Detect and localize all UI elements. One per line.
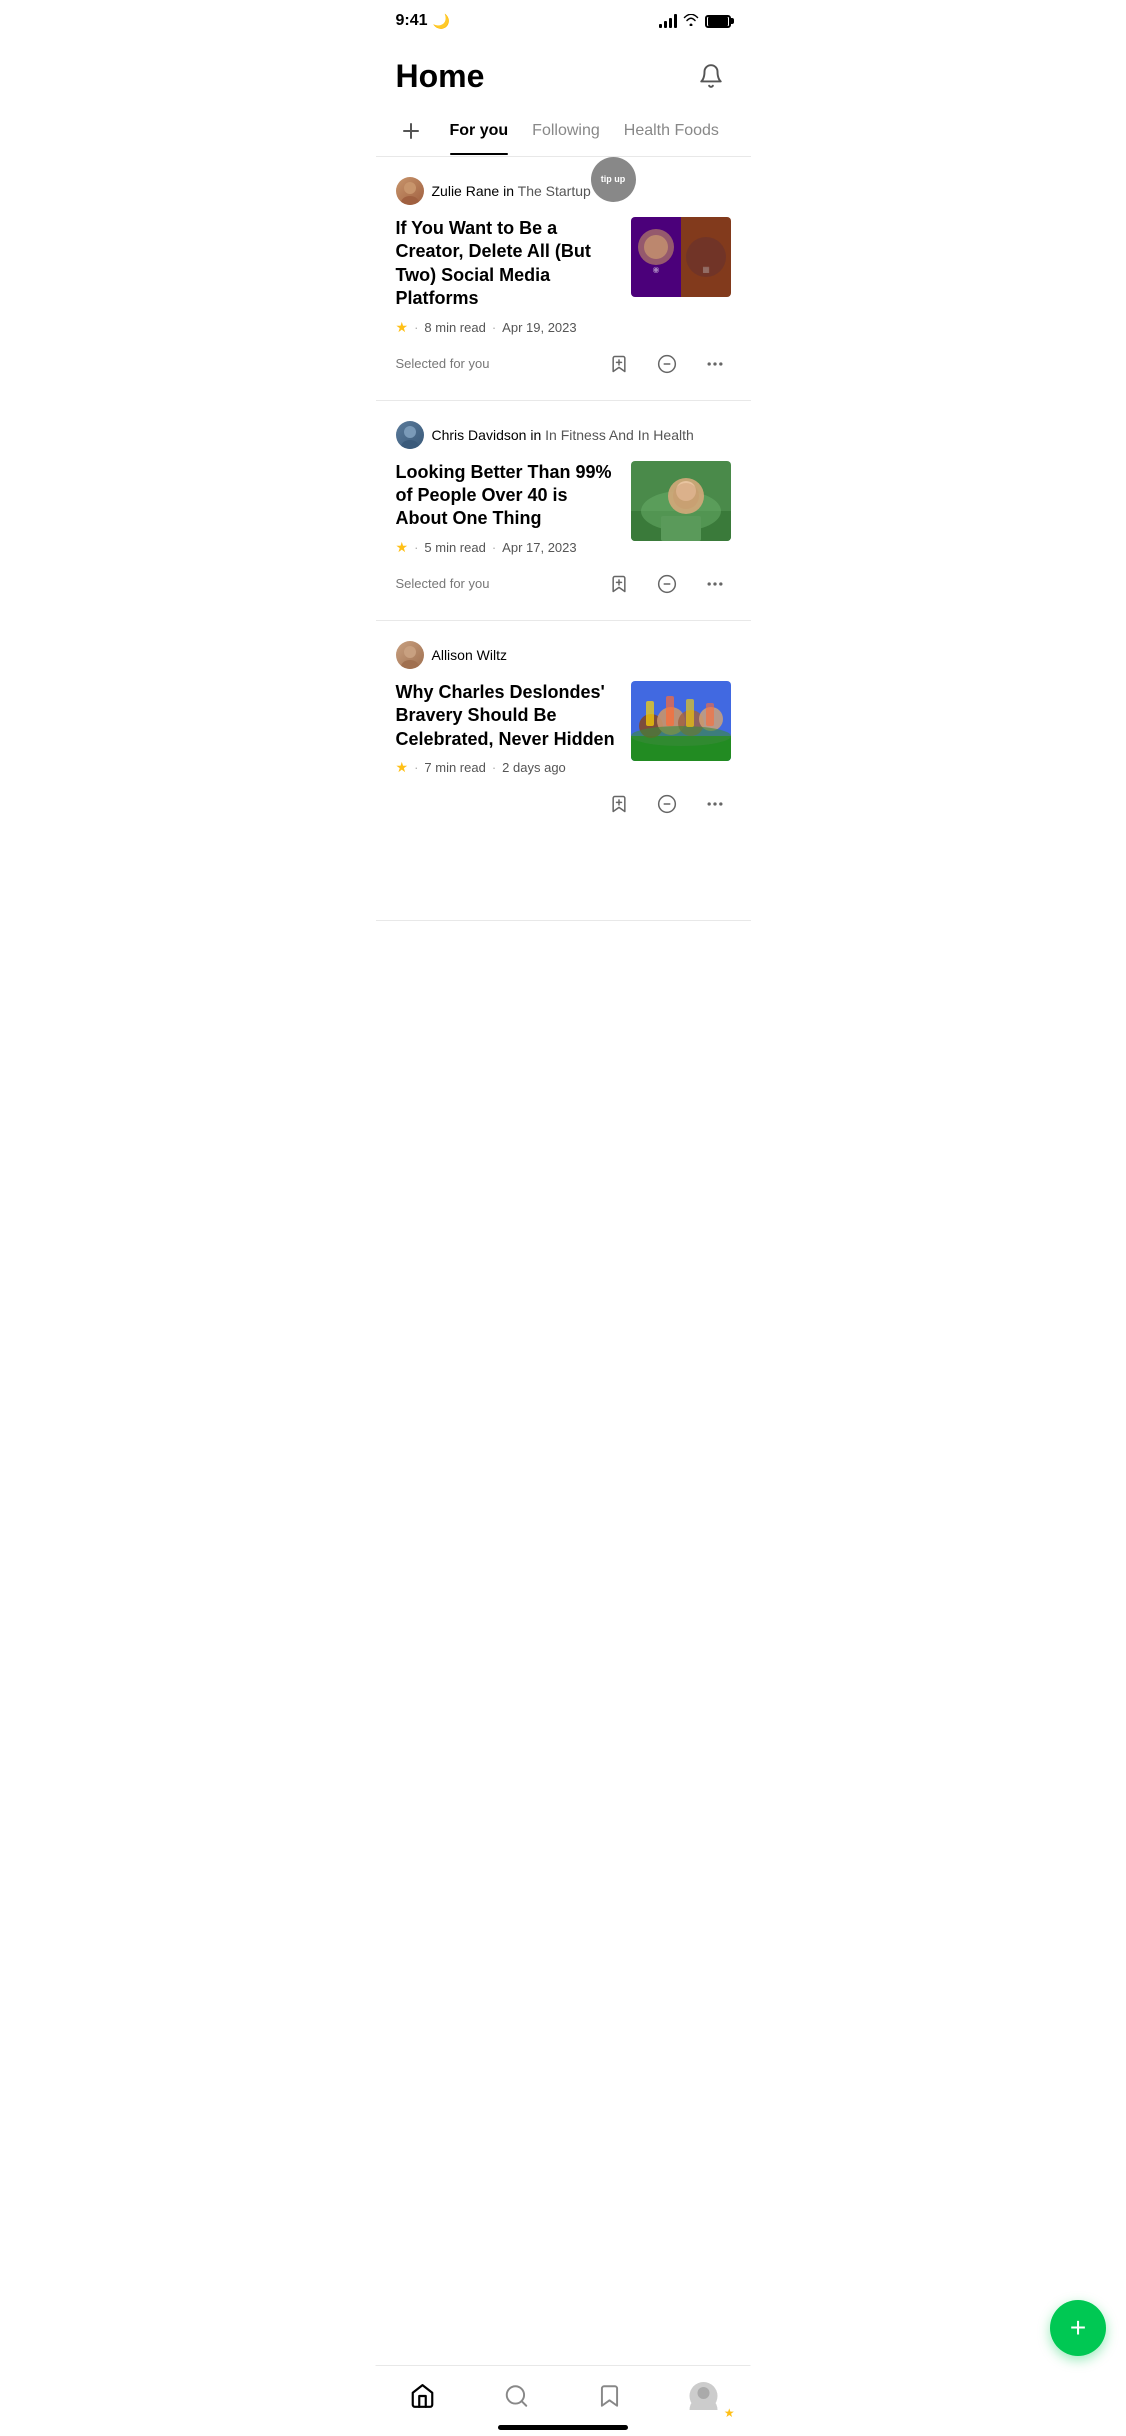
author-name: Zulie Rane (432, 183, 500, 199)
article-card: Allison Wiltz Why Charles Deslondes' Bra… (376, 621, 751, 921)
status-bar: 9:41 🌙 (376, 0, 751, 36)
home-indicator (498, 2425, 628, 2430)
save-button[interactable] (603, 348, 635, 380)
author-line: Zulie Rane in The Startup (396, 177, 731, 205)
more-options-button[interactable] (699, 788, 731, 820)
save-button[interactable] (603, 568, 635, 600)
profile-nav-item[interactable]: ★ (679, 2376, 729, 2416)
tab-for-you[interactable]: For you (438, 108, 521, 154)
article-actions (603, 568, 731, 600)
status-time: 9:41 (396, 12, 428, 30)
tabs-bar: For you Following Health Foods (376, 106, 751, 157)
avatar (396, 641, 424, 669)
more-options-button[interactable] (699, 348, 731, 380)
publication-name: The Startup (518, 183, 591, 199)
search-nav-item[interactable] (491, 2376, 541, 2416)
article-thumbnail (631, 681, 731, 761)
create-post-fab[interactable]: + (1050, 2300, 1106, 2356)
author-name: Chris Davidson (432, 427, 527, 443)
wifi-icon (683, 13, 699, 29)
article-meta: ★ · 7 min read · 2 days ago (396, 759, 619, 776)
svg-text:◉: ◉ (652, 265, 659, 274)
article-footer: Selected for you (396, 348, 731, 380)
profile-avatar (690, 2382, 718, 2410)
article-thumbnail: ◉ ▦ (631, 217, 731, 297)
author-name: Allison Wiltz (432, 647, 507, 663)
article-footer (396, 788, 731, 820)
home-icon (409, 2383, 435, 2409)
article-meta: ★ · 8 min read · Apr 19, 2023 (396, 319, 619, 336)
article-meta: ★ · 5 min read · Apr 17, 2023 (396, 539, 619, 556)
author-line: Allison Wiltz (396, 641, 731, 669)
article-actions (603, 348, 731, 380)
article-card: Chris Davidson in In Fitness And In Heal… (376, 401, 751, 621)
profile-star-icon: ★ (724, 2406, 735, 2420)
add-tab-button[interactable] (396, 106, 426, 156)
less-button[interactable] (651, 348, 683, 380)
tab-health-foods[interactable]: Health Foods (612, 108, 731, 154)
articles-list: tip up Zulie Rane in The Startup If You … (376, 157, 751, 921)
read-time: 5 min read (424, 540, 485, 555)
author-prep: in (530, 427, 545, 443)
selected-label: Selected for you (396, 576, 490, 591)
article-title[interactable]: Looking Better Than 99% of People Over 4… (396, 461, 619, 531)
search-icon (503, 2383, 529, 2409)
publish-date: Apr 17, 2023 (502, 540, 576, 555)
article-content: Why Charles Deslondes' Bravery Should Be… (396, 681, 731, 776)
bookmark-icon (597, 2383, 623, 2409)
home-nav-item[interactable] (397, 2376, 447, 2416)
plus-icon: + (1070, 2314, 1086, 2342)
moon-icon: 🌙 (433, 13, 450, 30)
battery-icon (705, 15, 731, 28)
article-thumbnail (631, 461, 731, 541)
svg-text:▦: ▦ (702, 265, 710, 274)
less-button[interactable] (651, 568, 683, 600)
article-title[interactable]: If You Want to Be a Creator, Delete All … (396, 217, 619, 311)
bookmarks-nav-item[interactable] (585, 2376, 635, 2416)
page-title: Home (396, 58, 485, 95)
read-time: 8 min read (424, 320, 485, 335)
article-content: Looking Better Than 99% of People Over 4… (396, 461, 731, 556)
publication-name: In Fitness And In Health (545, 427, 694, 443)
star-icon: ★ (396, 759, 409, 776)
article-footer: Selected for you (396, 568, 731, 600)
author-line: Chris Davidson in In Fitness And In Heal… (396, 421, 731, 449)
star-icon: ★ (396, 319, 409, 336)
notification-button[interactable] (691, 56, 731, 96)
bell-icon (698, 63, 724, 89)
read-time: 7 min read (424, 760, 485, 775)
avatar (396, 421, 424, 449)
signal-icon (659, 14, 677, 28)
author-prep: in (503, 183, 518, 199)
more-options-button[interactable] (699, 568, 731, 600)
tab-following[interactable]: Following (520, 108, 612, 154)
less-button[interactable] (651, 788, 683, 820)
selected-label: Selected for you (396, 356, 490, 371)
avatar (396, 177, 424, 205)
page-header: Home (376, 36, 751, 106)
publish-date: 2 days ago (502, 760, 566, 775)
article-actions (603, 788, 731, 820)
publish-date: Apr 19, 2023 (502, 320, 576, 335)
star-icon: ★ (396, 539, 409, 556)
article-content: If You Want to Be a Creator, Delete All … (396, 217, 731, 336)
article-card: tip up Zulie Rane in The Startup If You … (376, 157, 751, 401)
save-button[interactable] (603, 788, 635, 820)
tooltip-bubble: tip up (591, 157, 636, 202)
article-title[interactable]: Why Charles Deslondes' Bravery Should Be… (396, 681, 619, 751)
status-icons (659, 13, 731, 29)
